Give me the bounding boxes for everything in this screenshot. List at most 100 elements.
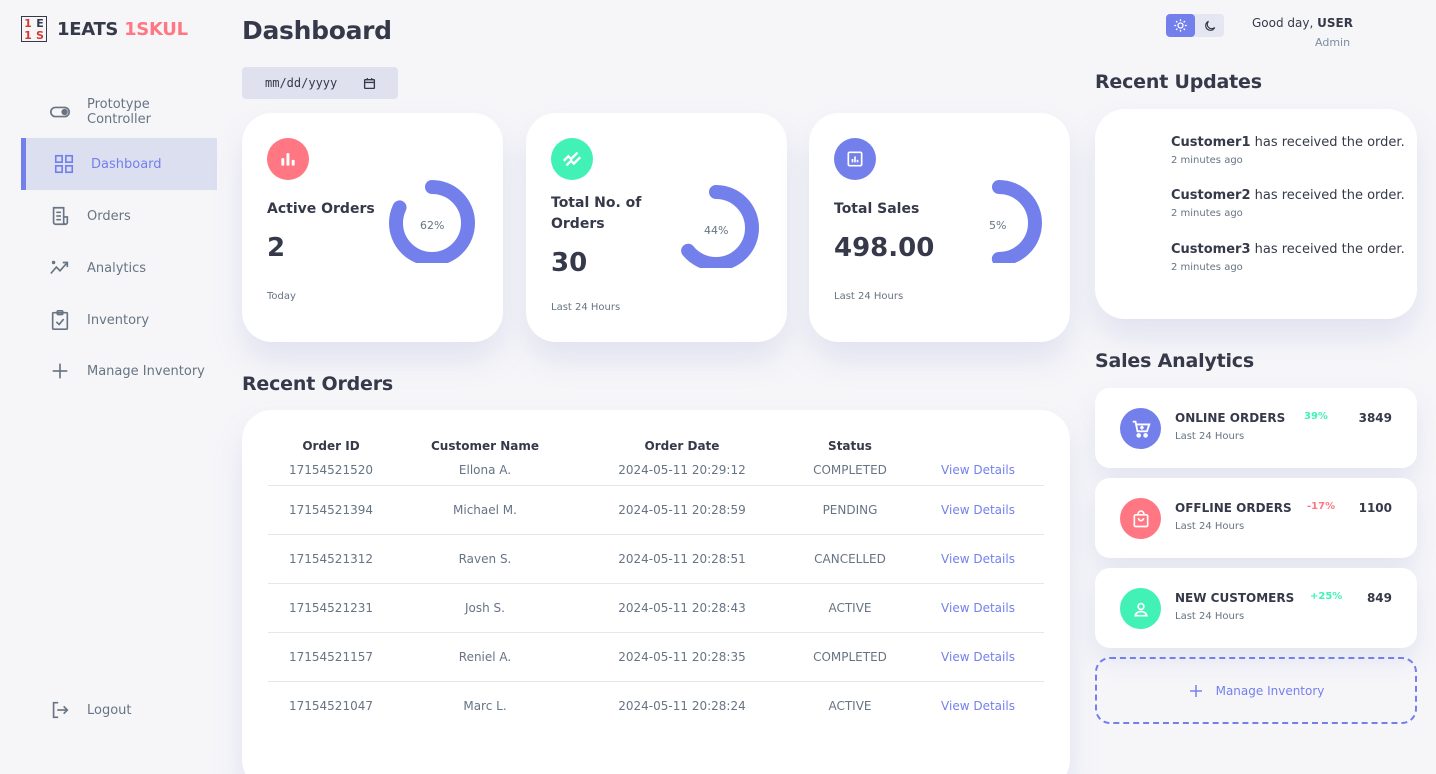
sidebar-item-orders[interactable]: Orders [21,190,217,242]
brand-name-a: 1EATS [57,18,119,40]
card-title: Total No. of Orders [551,195,642,232]
card-title: Total Sales [834,201,920,217]
order-id-cell: 17154521047 [289,698,373,713]
column-header-customer-name: Customer Name [431,439,539,453]
update-message: has received the order. [1250,188,1405,203]
date-input[interactable]: mm/dd/yyyy [242,67,398,99]
sales-analytics-title: Sales Analytics [1095,350,1254,372]
brand-name-b: 1SKUL [124,18,188,40]
logo-mark-char: E [36,16,44,30]
analytics-item-offline-orders: OFFLINE ORDERS Last 24 Hours -17% 1100 [1095,478,1417,558]
trending-up-icon [551,138,593,180]
order-id-cell: 17154521231 [268,583,394,633]
column-header-action [912,436,1044,456]
sidebar-item-logout[interactable]: Logout [21,684,217,736]
receipt-icon [52,206,69,226]
customer-name-cell: Josh S. [394,583,576,633]
order-date-cell: 2024-05-11 20:28:59 [576,485,788,535]
trend-icon [50,260,69,275]
logo-mark-char: 1 [24,16,32,30]
plus-icon [52,363,68,379]
table-row: 17154521047 Marc L. 2024-05-11 20:28:24 … [268,681,1044,730]
recent-orders-table: Order ID Customer Name Order Date Status… [268,436,1044,730]
view-details-link[interactable]: View Details [912,583,1044,633]
light-mode-button[interactable] [1166,14,1195,37]
user-role: Admin [1315,36,1351,49]
recent-orders-table-container: Order ID Customer Name Order Date Status… [242,410,1070,774]
calendar-icon[interactable] [363,77,376,90]
shopping-cart-icon [1120,408,1161,449]
column-header-order-date: Order Date [644,439,720,453]
card-subtitle: Last 24 Hours [551,302,621,313]
column-header-status: Status [828,439,872,453]
sidebar-item-prototype-controller[interactable]: Prototype Controller [21,86,217,138]
order-date-cell: 2024-05-11 20:29:12 [576,456,788,486]
analytics-percent: -17% [1307,501,1336,512]
table-row: 17154521157 Reniel A. 2024-05-11 20:28:3… [268,632,1044,682]
card-title: Active Orders [267,201,375,217]
progress-ring [673,185,759,268]
view-details-link[interactable]: View Details [912,534,1044,584]
customer-name-cell: Raven S. [394,534,576,584]
order-id-cell: 17154521157 [268,632,394,682]
moon-icon [1204,20,1215,31]
status-cell: COMPLETED [788,632,912,682]
update-customer: Customer1 [1171,135,1251,150]
update-item-text: Customer2 has received the order. [1171,188,1405,203]
view-details-link[interactable]: View Details [912,632,1044,682]
grid-icon [54,154,74,174]
customer-name-cell: Michael M. [394,485,576,535]
status-cell: ACTIVE [828,698,872,713]
sidebar-item-label: Logout [87,702,132,718]
greeting-text: Good day, [1252,16,1318,30]
logo-mark-char: 1 [24,28,32,42]
analytics-percent: 39% [1304,411,1328,422]
analytics-subtitle: Last 24 Hours [1175,611,1245,622]
analytics-value: 3849 [1358,411,1392,425]
view-details-link[interactable]: View Details [912,456,1044,486]
manage-inventory-button[interactable]: Manage Inventory [1095,657,1417,724]
sidebar-item-inventory[interactable]: Inventory [21,294,217,346]
logout-icon [52,701,69,719]
customer-name-cell: Ellona A. [394,456,576,486]
sidebar-item-dashboard[interactable]: Dashboard [21,138,217,190]
order-date-cell: 2024-05-11 20:28:35 [576,632,788,682]
customer-name-cell: Marc L. [463,698,507,713]
status-cell: CANCELLED [788,534,912,584]
sidebar-item-analytics[interactable]: Analytics [21,242,217,294]
analytics-value: 1100 [1358,501,1392,515]
recent-updates-panel: Customer1 has received the order. 2 minu… [1095,109,1417,319]
order-date-cell: 2024-05-11 20:28:51 [576,534,788,584]
sidebar-item-manage-inventory[interactable]: Manage Inventory [21,345,217,397]
dark-mode-button[interactable] [1195,14,1224,37]
column-header-order-id: Order ID [302,439,360,453]
update-item-text: Customer1 has received the order. [1171,135,1405,150]
user-greeting: Good day, USER [1252,16,1353,30]
sun-icon [1174,19,1187,32]
view-details-link[interactable]: View Details [912,681,1044,730]
theme-toggle[interactable] [1166,14,1224,37]
shopping-bag-icon [1120,498,1161,539]
brand-logo: 1 E 1 S 1EATS 1SKUL [21,16,188,42]
view-details-link[interactable]: View Details [912,485,1044,535]
recent-orders-title: Recent Orders [242,373,393,395]
stat-card-active-orders: Active Orders 2 Today 62% [242,113,503,342]
user-name: USER [1317,16,1353,30]
manage-inventory-label: Manage Inventory [1215,683,1325,698]
update-customer: Customer3 [1171,242,1251,257]
status-cell: COMPLETED [788,456,912,486]
progress-ring [956,180,1042,263]
analytics-value: 849 [1366,591,1392,605]
card-subtitle: Today [267,291,296,302]
plus-icon [1189,684,1202,697]
analytics-title: NEW CUSTOMERS [1175,591,1295,605]
order-date-cell: 2024-05-11 20:28:43 [576,583,788,633]
status-cell: PENDING [788,485,912,535]
sidebar-item-label: Inventory [87,312,150,328]
table-row: 17154521312 Raven S. 2024-05-11 20:28:51… [268,534,1044,584]
analytics-item-new-customers: NEW CUSTOMERS Last 24 Hours +25% 849 [1095,568,1417,648]
customer-name-cell: Reniel A. [394,632,576,682]
progress-percent: 5% [989,219,1007,232]
table-row: 17154521394 Michael M. 2024-05-11 20:28:… [268,485,1044,535]
stat-card-total-sales: Total Sales 498.00 Last 24 Hours 5% [809,113,1070,342]
